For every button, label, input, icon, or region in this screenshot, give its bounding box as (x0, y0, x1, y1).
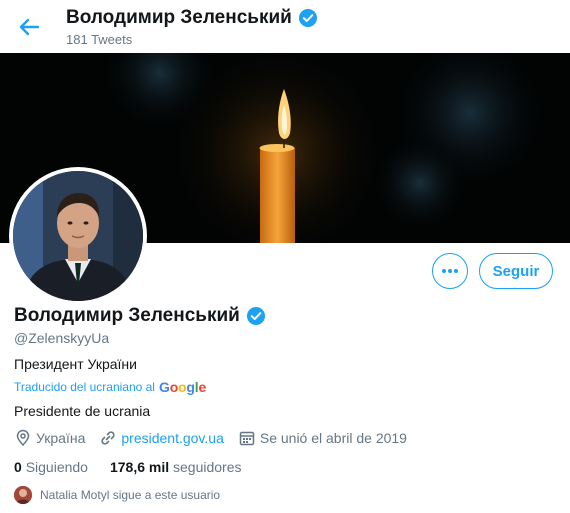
back-arrow-icon[interactable] (16, 14, 42, 40)
website: president.gov.ua (99, 429, 224, 447)
calendar-icon (238, 429, 256, 447)
profile-header: Володимир Зеленський 181 Tweets (0, 0, 570, 52)
more-dots-icon (442, 269, 458, 273)
profile-stats: 0 Siguiendo 178,6 mil seguidores (14, 459, 242, 475)
location-text: Україна (36, 430, 86, 446)
website-link[interactable]: president.gov.ua (121, 430, 223, 446)
location-pin-icon (14, 429, 32, 447)
following-stat[interactable]: 0 Siguiendo (14, 459, 88, 475)
followers-you-know-text: Natalia Motyl sigue a este usuario (40, 488, 221, 502)
followers-you-know[interactable]: Natalia Motyl sigue a este usuario (14, 486, 220, 504)
followers-count: 178,6 mil (109, 459, 170, 475)
following-count: 0 (14, 459, 22, 475)
followers-stat[interactable]: 178,6 mil seguidores (110, 459, 242, 475)
header-title: Володимир Зеленський (66, 7, 318, 29)
profile-meta: Україна president.gov.ua Se unió el abri… (14, 429, 421, 447)
avatar-frame[interactable] (9, 167, 147, 305)
join-date: Se unió el abril de 2019 (238, 429, 407, 447)
more-options-button[interactable] (432, 253, 468, 289)
verified-badge-icon (246, 306, 266, 326)
avatar[interactable] (13, 171, 143, 301)
profile-handle: @ZelenskyyUa (14, 330, 110, 346)
header-name: Володимир Зеленський (66, 7, 292, 28)
profile-bio-translated: Presidente de ucrania (14, 403, 151, 419)
verified-badge-icon (298, 8, 318, 28)
followers-label: seguidores (173, 459, 242, 475)
follower-avatar (14, 486, 32, 504)
join-date-text: Se unió el abril de 2019 (259, 430, 407, 446)
google-logo: Google (158, 379, 207, 395)
profile-name-row: Володимир Зеленський (14, 305, 266, 327)
profile-name: Володимир Зеленський (14, 305, 240, 326)
translated-label: Traducido del ucraniano al (14, 380, 155, 394)
translation-attribution[interactable]: Traducido del ucraniano al Google (14, 379, 206, 395)
follow-button[interactable]: Seguir (479, 253, 553, 289)
tweet-count: 181 Tweets (66, 32, 133, 47)
link-icon (99, 429, 117, 447)
following-label: Siguiendo (25, 459, 88, 475)
location: Україна (14, 429, 85, 447)
profile-bio: Президент України (14, 356, 137, 372)
